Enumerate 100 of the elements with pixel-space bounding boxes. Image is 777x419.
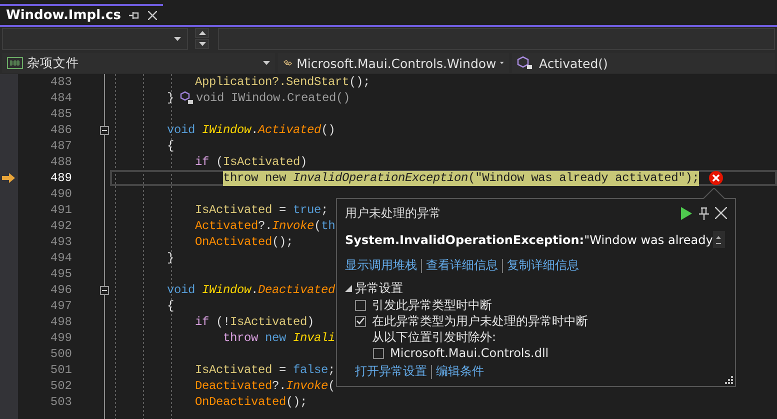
code-token: InvalidOperationException xyxy=(293,171,468,185)
down-icon[interactable] xyxy=(195,39,209,49)
line-number: 501 xyxy=(49,363,72,377)
code-token: { xyxy=(167,139,174,153)
code-token: void xyxy=(167,283,196,297)
collapse-icon[interactable] xyxy=(100,286,109,294)
code-token: } xyxy=(167,251,174,265)
code-token: Activated xyxy=(195,219,258,233)
code-token: throw xyxy=(223,331,260,345)
resize-grip-icon[interactable] xyxy=(724,375,733,384)
expanded-icon[interactable] xyxy=(345,285,352,292)
popup-link[interactable]: 打开异常设置 xyxy=(355,363,427,380)
code-token: (); xyxy=(349,75,370,89)
code-token: = xyxy=(278,203,288,217)
code-token: ?. xyxy=(258,219,272,233)
popup-link[interactable]: 复制详细信息 xyxy=(507,257,579,274)
code-token: IsActivated xyxy=(195,363,272,377)
code-token: if xyxy=(195,315,210,329)
line-number: 498 xyxy=(49,315,72,329)
scroll-up-icon xyxy=(716,236,722,244)
code-token: ("Window was already activated"); xyxy=(468,171,700,185)
line-number: 486 xyxy=(49,123,72,137)
line-number: 484 xyxy=(49,91,72,105)
line-number: 492 xyxy=(49,219,72,233)
code-token: Deactivated xyxy=(258,283,336,297)
line-number: 489 xyxy=(49,171,72,185)
code-token: true xyxy=(293,203,322,217)
scroll-button[interactable] xyxy=(712,231,725,248)
code-token: Invoke xyxy=(272,219,314,233)
document-tab[interactable]: Window.Impl.cs xyxy=(0,4,163,25)
code-token: Deactivated xyxy=(195,379,272,393)
code-token: Activated xyxy=(258,123,322,137)
method-icon xyxy=(517,56,535,70)
popup-link[interactable]: 编辑条件 xyxy=(436,363,484,380)
code-token: Invali xyxy=(293,331,336,345)
code-token: throw xyxy=(223,171,260,185)
code-token: th xyxy=(321,219,336,233)
popup-link[interactable]: 显示调用堆栈 xyxy=(345,257,417,274)
line-number: 490 xyxy=(49,187,72,201)
section-title: 异常设置 xyxy=(355,280,403,297)
exception-message: System.InvalidOperationException:"Window was already xyxy=(345,232,713,246)
collapse-icon[interactable] xyxy=(100,126,109,134)
code-token: ; xyxy=(328,363,336,377)
code-token: OnDeactivated xyxy=(195,395,286,409)
code-hint[interactable]: void IWindow.Created() xyxy=(196,91,350,105)
code-token: ( xyxy=(216,155,224,169)
caret-icon xyxy=(500,61,504,65)
code-token: if xyxy=(195,155,210,169)
option-label: Microsoft.Maui.Controls.dll xyxy=(390,346,549,360)
line-number: 497 xyxy=(49,299,72,313)
up-icon[interactable] xyxy=(195,28,209,38)
code-token: ; xyxy=(321,203,328,217)
method-icon xyxy=(180,91,194,105)
line-number: 494 xyxy=(49,251,72,265)
code-token: Application?.SendStart xyxy=(195,75,350,89)
code-token: false xyxy=(293,363,328,377)
line-number: 493 xyxy=(49,235,72,249)
code-token: new xyxy=(265,171,288,185)
caret-icon xyxy=(263,61,270,65)
code-token: ) xyxy=(307,315,314,329)
code-token: IsActivated xyxy=(223,155,300,169)
option-label: 引发此异常类型时中断 xyxy=(372,296,492,314)
code-token: ( xyxy=(314,219,322,233)
line-number: 487 xyxy=(49,139,72,153)
line-number: 488 xyxy=(49,155,72,169)
code-token: IsActivated xyxy=(230,315,308,329)
code-token: void xyxy=(167,123,196,137)
line-number: 495 xyxy=(49,267,72,281)
code-token: (); xyxy=(272,235,294,249)
code-token: IWindow xyxy=(202,283,252,297)
option-label: 在此异常类型为用户未处理的异常时中断 xyxy=(372,312,588,330)
code-token: Invoke xyxy=(286,379,328,393)
exception-note: 从以下位置引发时除外: xyxy=(372,328,496,346)
popup-link[interactable]: 查看详细信息 xyxy=(426,257,498,274)
line-number: 485 xyxy=(49,107,72,121)
line-number: 499 xyxy=(49,331,72,345)
code-token: . xyxy=(251,123,258,137)
checkbox[interactable] xyxy=(373,348,384,358)
code-token: OnActivated xyxy=(195,235,272,249)
code-token: (! xyxy=(216,315,230,329)
file-icon xyxy=(7,57,23,69)
code-token: . xyxy=(251,283,258,297)
code-token: new xyxy=(265,331,288,345)
line-number: 483 xyxy=(49,75,72,89)
code-token: ) xyxy=(300,155,308,169)
checkbox[interactable] xyxy=(355,300,366,310)
code-token: { xyxy=(167,299,174,313)
checkbox[interactable] xyxy=(355,316,366,326)
code-token: () xyxy=(321,123,336,137)
code-token: ( xyxy=(328,379,336,393)
code-token: (); xyxy=(286,395,308,409)
close-icon[interactable] xyxy=(148,11,157,20)
code-token: = xyxy=(278,363,288,377)
pin-icon[interactable] xyxy=(128,11,140,20)
popup-title: 用户未处理的异常 xyxy=(345,204,442,222)
caret-icon xyxy=(174,37,181,41)
code-token: } xyxy=(167,91,174,105)
line-number: 496 xyxy=(49,283,72,297)
code-token: IWindow xyxy=(202,123,252,137)
line-number: 491 xyxy=(49,203,72,217)
